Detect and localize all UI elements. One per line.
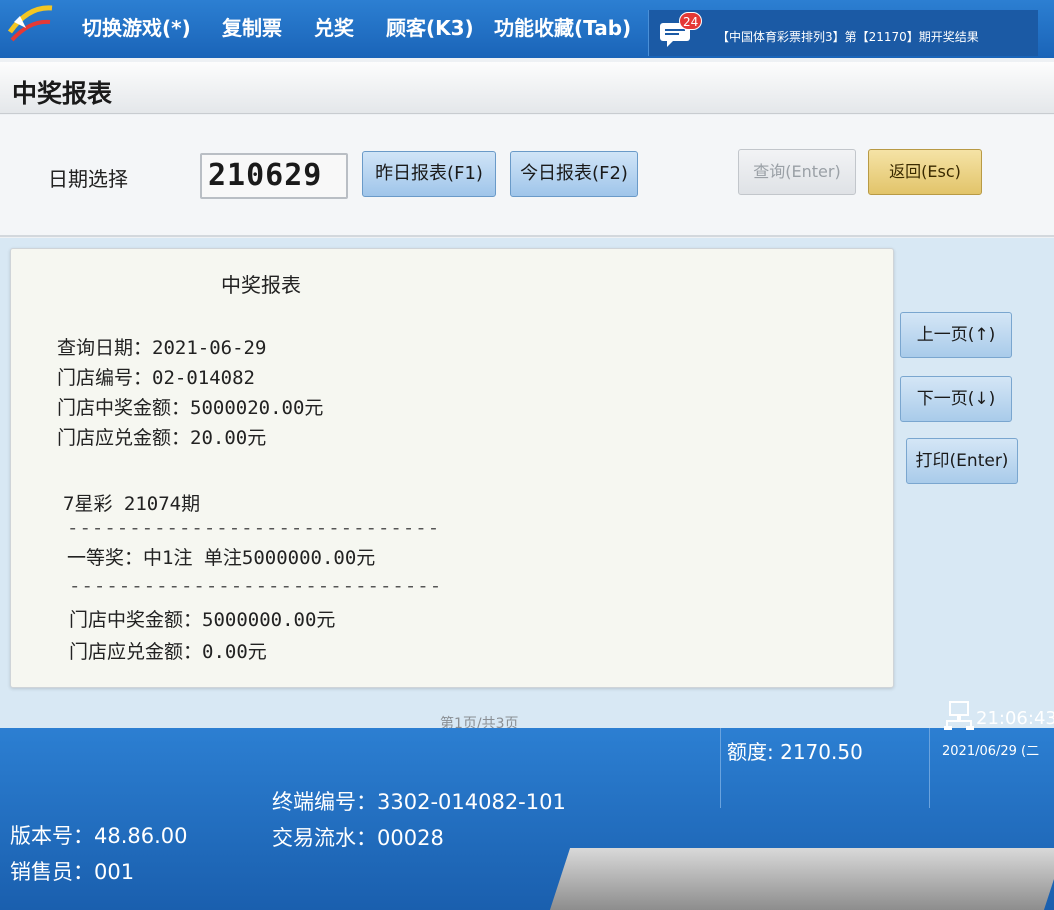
yesterday-report-button[interactable]: 昨日报表(F1) [362,151,496,197]
report-line: 门店中奖金额：5000000.00元 [69,609,336,631]
report-panel: 中奖报表 查询日期：2021-06-29 门店编号：02-014082 门店中奖… [10,248,894,688]
credit-cell: 额度: 2170.50 [720,728,930,808]
report-line: 7星彩 21074期 [63,493,201,515]
monitor-bezel [549,848,1054,910]
menu-switch-game[interactable]: 切换游戏(*) [82,12,191,41]
report-divider: ------------------------------ [69,575,443,597]
menu-copy-ticket[interactable]: 复制票 [222,12,282,41]
network-icon [944,701,974,730]
title-bar: 中奖报表 [0,62,1054,114]
date-label: 日期选择 [48,167,128,191]
report-line: 查询日期：2021-06-29 [57,337,267,359]
report-line: 门店应兑金额：0.00元 [69,641,267,663]
clock-time: 21:06:43 [976,708,1054,729]
menu-customer[interactable]: 顾客(K3) [386,12,474,41]
report-line: 门店编号：02-014082 [57,367,255,389]
terminal-number: 终端编号：3302-014082-101 [272,790,566,814]
page-title: 中奖报表 [12,79,113,108]
report-line: 门店应兑金额：20.00元 [57,427,267,449]
main-area: 中奖报表 查询日期：2021-06-29 门店编号：02-014082 门店中奖… [0,238,1054,732]
next-page-button[interactable]: 下一页(↓) [900,376,1012,422]
top-menu-bar: 切换游戏(*) 复制票 兑奖 顾客(K3) 功能收藏(Tab) 24 【中国体育… [0,0,1054,58]
version-number: 版本号：48.86.00 [10,824,188,848]
lottery-logo-icon [7,5,53,42]
report-line: 一等奖：中1注 单注5000000.00元 [67,547,376,569]
clock-date: 2021/06/29 (二 [942,744,1040,759]
seller-id: 销售员：001 [10,860,135,884]
screen: 切换游戏(*) 复制票 兑奖 顾客(K3) 功能收藏(Tab) 24 【中国体育… [0,0,1054,910]
report-title: 中奖报表 [221,273,301,297]
message-badge: 24 [679,12,703,30]
print-button[interactable]: 打印(Enter) [906,438,1018,484]
transaction-serial: 交易流水：00028 [272,826,444,850]
report-line: 门店中奖金额：5000020.00元 [57,397,324,419]
query-button[interactable]: 查询(Enter) [738,149,856,195]
today-report-button[interactable]: 今日报表(F2) [510,151,638,197]
date-selection-row: 日期选择 210629 昨日报表(F1) 今日报表(F2) 查询(Enter) … [0,115,1054,237]
back-button[interactable]: 返回(Esc) [868,149,982,195]
menu-redeem[interactable]: 兑奖 [314,12,354,41]
credit-amount: 额度: 2170.50 [727,740,863,764]
date-input[interactable]: 210629 [200,153,348,199]
notice-area[interactable]: 24 【中国体育彩票排列3】第【21170】期开奖结果 [648,10,1038,56]
report-divider: ------------------------------ [67,517,441,539]
notice-text: 【中国体育彩票排列3】第【21170】期开奖结果 [717,30,979,44]
clock-cell: 21:06:43 2021/06/29 (二 [932,694,1054,794]
menu-favorites[interactable]: 功能收藏(Tab) [494,12,631,41]
prev-page-button[interactable]: 上一页(↑) [900,312,1012,358]
